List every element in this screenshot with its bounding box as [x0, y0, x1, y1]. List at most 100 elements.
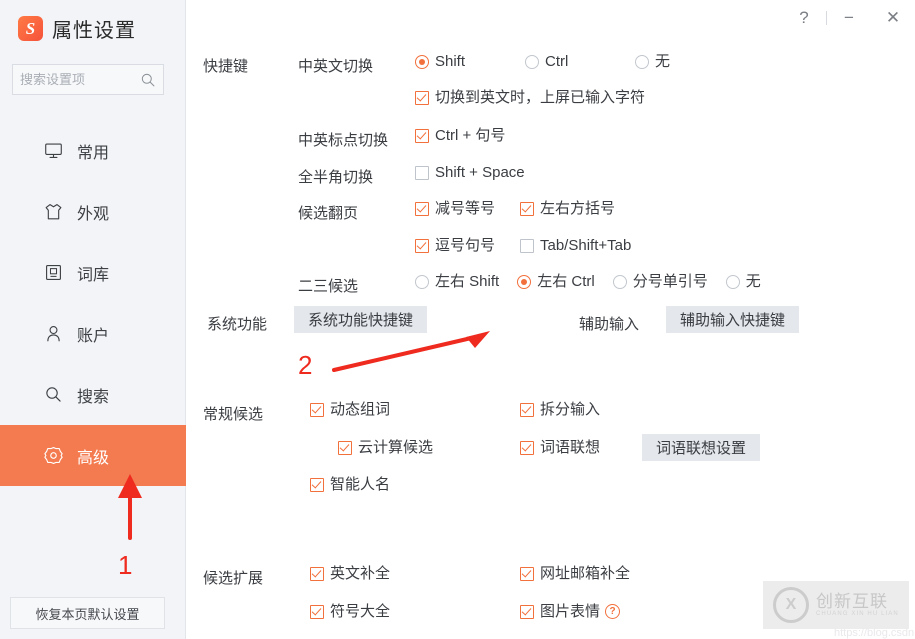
checkbox-indicator: [520, 566, 534, 581]
checkbox-square-brackets[interactable]: 左右方括号: [520, 201, 615, 216]
sogou-logo-icon: [18, 16, 43, 41]
label-system-function: 系统功能: [207, 316, 268, 333]
checkbox-dynamic-word-forming[interactable]: 动态组词: [310, 402, 390, 417]
radio-lr-ctrl[interactable]: 左右 Ctrl: [517, 274, 595, 289]
normal-cand-word-assoc: 词语联想: [520, 440, 600, 455]
gear-icon: [44, 446, 63, 465]
checkbox-indicator: [415, 165, 429, 180]
checkbox-indicator: [310, 604, 324, 619]
brand: 属性设置: [18, 14, 136, 43]
checkbox-indicator: [415, 90, 429, 105]
radio-indicator: [635, 54, 649, 69]
radio-indicator: [415, 274, 429, 289]
watermark-mark-icon: X: [773, 587, 809, 623]
checkbox-upscreen-input-chars[interactable]: 切换到英文时，上屏已输入字符: [415, 90, 645, 105]
second-third-options: 左右 Shift 左右 Ctrl 分号单引号 无: [415, 274, 761, 289]
label-punct-switch: 中英标点切换: [298, 132, 389, 149]
radio-lr-shift[interactable]: 左右 Shift: [415, 274, 499, 289]
checkbox-url-email-completion[interactable]: 网址邮箱补全: [520, 566, 630, 581]
radio-semicolon-quote[interactable]: 分号单引号: [612, 274, 708, 289]
sidebar-item-zhanghu[interactable]: 账户: [0, 303, 186, 364]
shirt-icon: [45, 204, 62, 220]
properties-settings-window: 属性设置 常用 外观: [0, 0, 915, 639]
checkbox-indicator: [415, 201, 429, 216]
checkbox-image-emoji[interactable]: 图片表情: [520, 604, 600, 619]
sidebar-item-label: 常用: [77, 144, 110, 162]
sidebar: 属性设置 常用 外观: [0, 0, 186, 639]
section-title-shortcut: 快捷键: [203, 58, 249, 75]
punct-switch-row: Ctrl + 句号: [415, 128, 505, 143]
monitor-icon: [45, 143, 62, 158]
section-title-normal-candidates: 常规候选: [203, 406, 264, 423]
checkbox-indicator: [310, 477, 324, 492]
checkbox-minus-equals[interactable]: 减号等号: [415, 201, 520, 216]
checkbox-tab-shift-tab[interactable]: Tab/Shift+Tab: [520, 238, 631, 253]
search-input[interactable]: [20, 72, 140, 87]
annotation-number-1: 1: [118, 550, 133, 580]
checkbox-cloud-candidates[interactable]: 云计算候选: [338, 440, 433, 455]
normal-cand-split-input: 拆分输入: [520, 402, 600, 417]
checkbox-split-input[interactable]: 拆分输入: [520, 402, 600, 417]
checkbox-english-completion[interactable]: 英文补全: [310, 566, 390, 581]
radio-ctrl[interactable]: Ctrl: [525, 54, 635, 69]
radio-indicator: [612, 274, 627, 289]
radio-none[interactable]: 无: [635, 54, 670, 69]
ext-image-emoji: 图片表情 ?: [520, 604, 621, 619]
watermark-text: 创新互联 CHUANG XIN HU LIAN: [816, 593, 899, 617]
section-title-candidate-extension: 候选扩展: [203, 570, 264, 587]
checkbox-word-association[interactable]: 词语联想: [520, 440, 600, 455]
sidebar-item-label: 账户: [77, 327, 110, 345]
width-switch-row: Shift + Space: [415, 165, 525, 180]
watermark-cn: 创新互联: [816, 591, 888, 611]
normal-cand-dynamic-word: 动态组词: [310, 402, 390, 417]
help-icon[interactable]: ?: [605, 604, 621, 619]
radio-indicator: [517, 274, 532, 289]
sidebar-item-changyong[interactable]: 常用: [0, 120, 186, 181]
reset-page-defaults-button[interactable]: 恢复本页默认设置: [10, 597, 165, 629]
sidebar-item-label: 高级: [77, 449, 110, 467]
label-cn-en-switch: 中英文切换: [298, 58, 374, 75]
ext-symbol-full: 符号大全: [310, 604, 390, 619]
label-width-switch: 全半角切换: [298, 169, 374, 186]
checkbox-indicator: [520, 238, 534, 253]
checkbox-symbol-collection[interactable]: 符号大全: [310, 604, 390, 619]
system-function-shortcut-button[interactable]: 系统功能快捷键: [294, 306, 428, 333]
sidebar-item-sousuo[interactable]: 搜索: [0, 364, 186, 425]
checkbox-smart-person-name[interactable]: 智能人名: [310, 477, 390, 492]
radio-none-2[interactable]: 无: [725, 274, 761, 289]
radio-shift[interactable]: Shift: [415, 54, 525, 69]
book-icon: [46, 265, 61, 280]
label-second-third-candidate: 二三候选: [298, 278, 359, 295]
checkbox-indicator: [520, 440, 534, 455]
sidebar-item-waiguan[interactable]: 外观: [0, 181, 186, 242]
checkbox-shift-space[interactable]: Shift + Space: [415, 165, 525, 180]
normal-cand-smart-name: 智能人名: [310, 477, 390, 492]
ext-url-email-complete: 网址邮箱补全: [520, 566, 630, 581]
sidebar-item-label: 搜索: [77, 388, 110, 406]
checkbox-indicator: [310, 566, 324, 581]
assist-input-shortcut-button[interactable]: 辅助输入快捷键: [666, 306, 800, 333]
checkbox-ctrl-period[interactable]: Ctrl + 句号: [415, 128, 505, 143]
checkbox-indicator: [310, 402, 324, 417]
checkbox-indicator: [520, 604, 534, 619]
settings-panel: 快捷键 中英文切换 Shift Ctrl 无 切换到英文时，上屏已输入字符 中英…: [186, 0, 915, 639]
radio-indicator: [415, 54, 429, 69]
watermark-logo: X 创新互联 CHUANG XIN HU LIAN: [763, 581, 909, 629]
word-association-settings-button[interactable]: 词语联想设置: [642, 434, 761, 461]
user-icon: [47, 326, 60, 342]
sidebar-item-label: 外观: [77, 205, 110, 223]
normal-cand-cloud: 云计算候选: [338, 440, 433, 455]
cn-en-switch-options: Shift Ctrl 无: [415, 54, 670, 69]
sidebar-item-label: 词库: [77, 266, 110, 284]
search-icon: [141, 73, 155, 86]
sidebar-item-gaoji[interactable]: 高级: [0, 425, 186, 486]
checkbox-comma-period[interactable]: 逗号句号: [415, 238, 520, 253]
search-box[interactable]: [12, 64, 164, 95]
checkbox-indicator: [415, 238, 429, 253]
sidebar-nav: 常用 外观 词库 账户 搜索 高级: [0, 120, 186, 486]
radio-indicator: [525, 54, 539, 69]
upscreen-chars-row: 切换到英文时，上屏已输入字符: [415, 90, 645, 105]
sidebar-item-ciku[interactable]: 词库: [0, 242, 186, 303]
checkbox-indicator: [415, 128, 429, 143]
page-turn-row-2: 逗号句号 Tab/Shift+Tab: [415, 238, 631, 253]
